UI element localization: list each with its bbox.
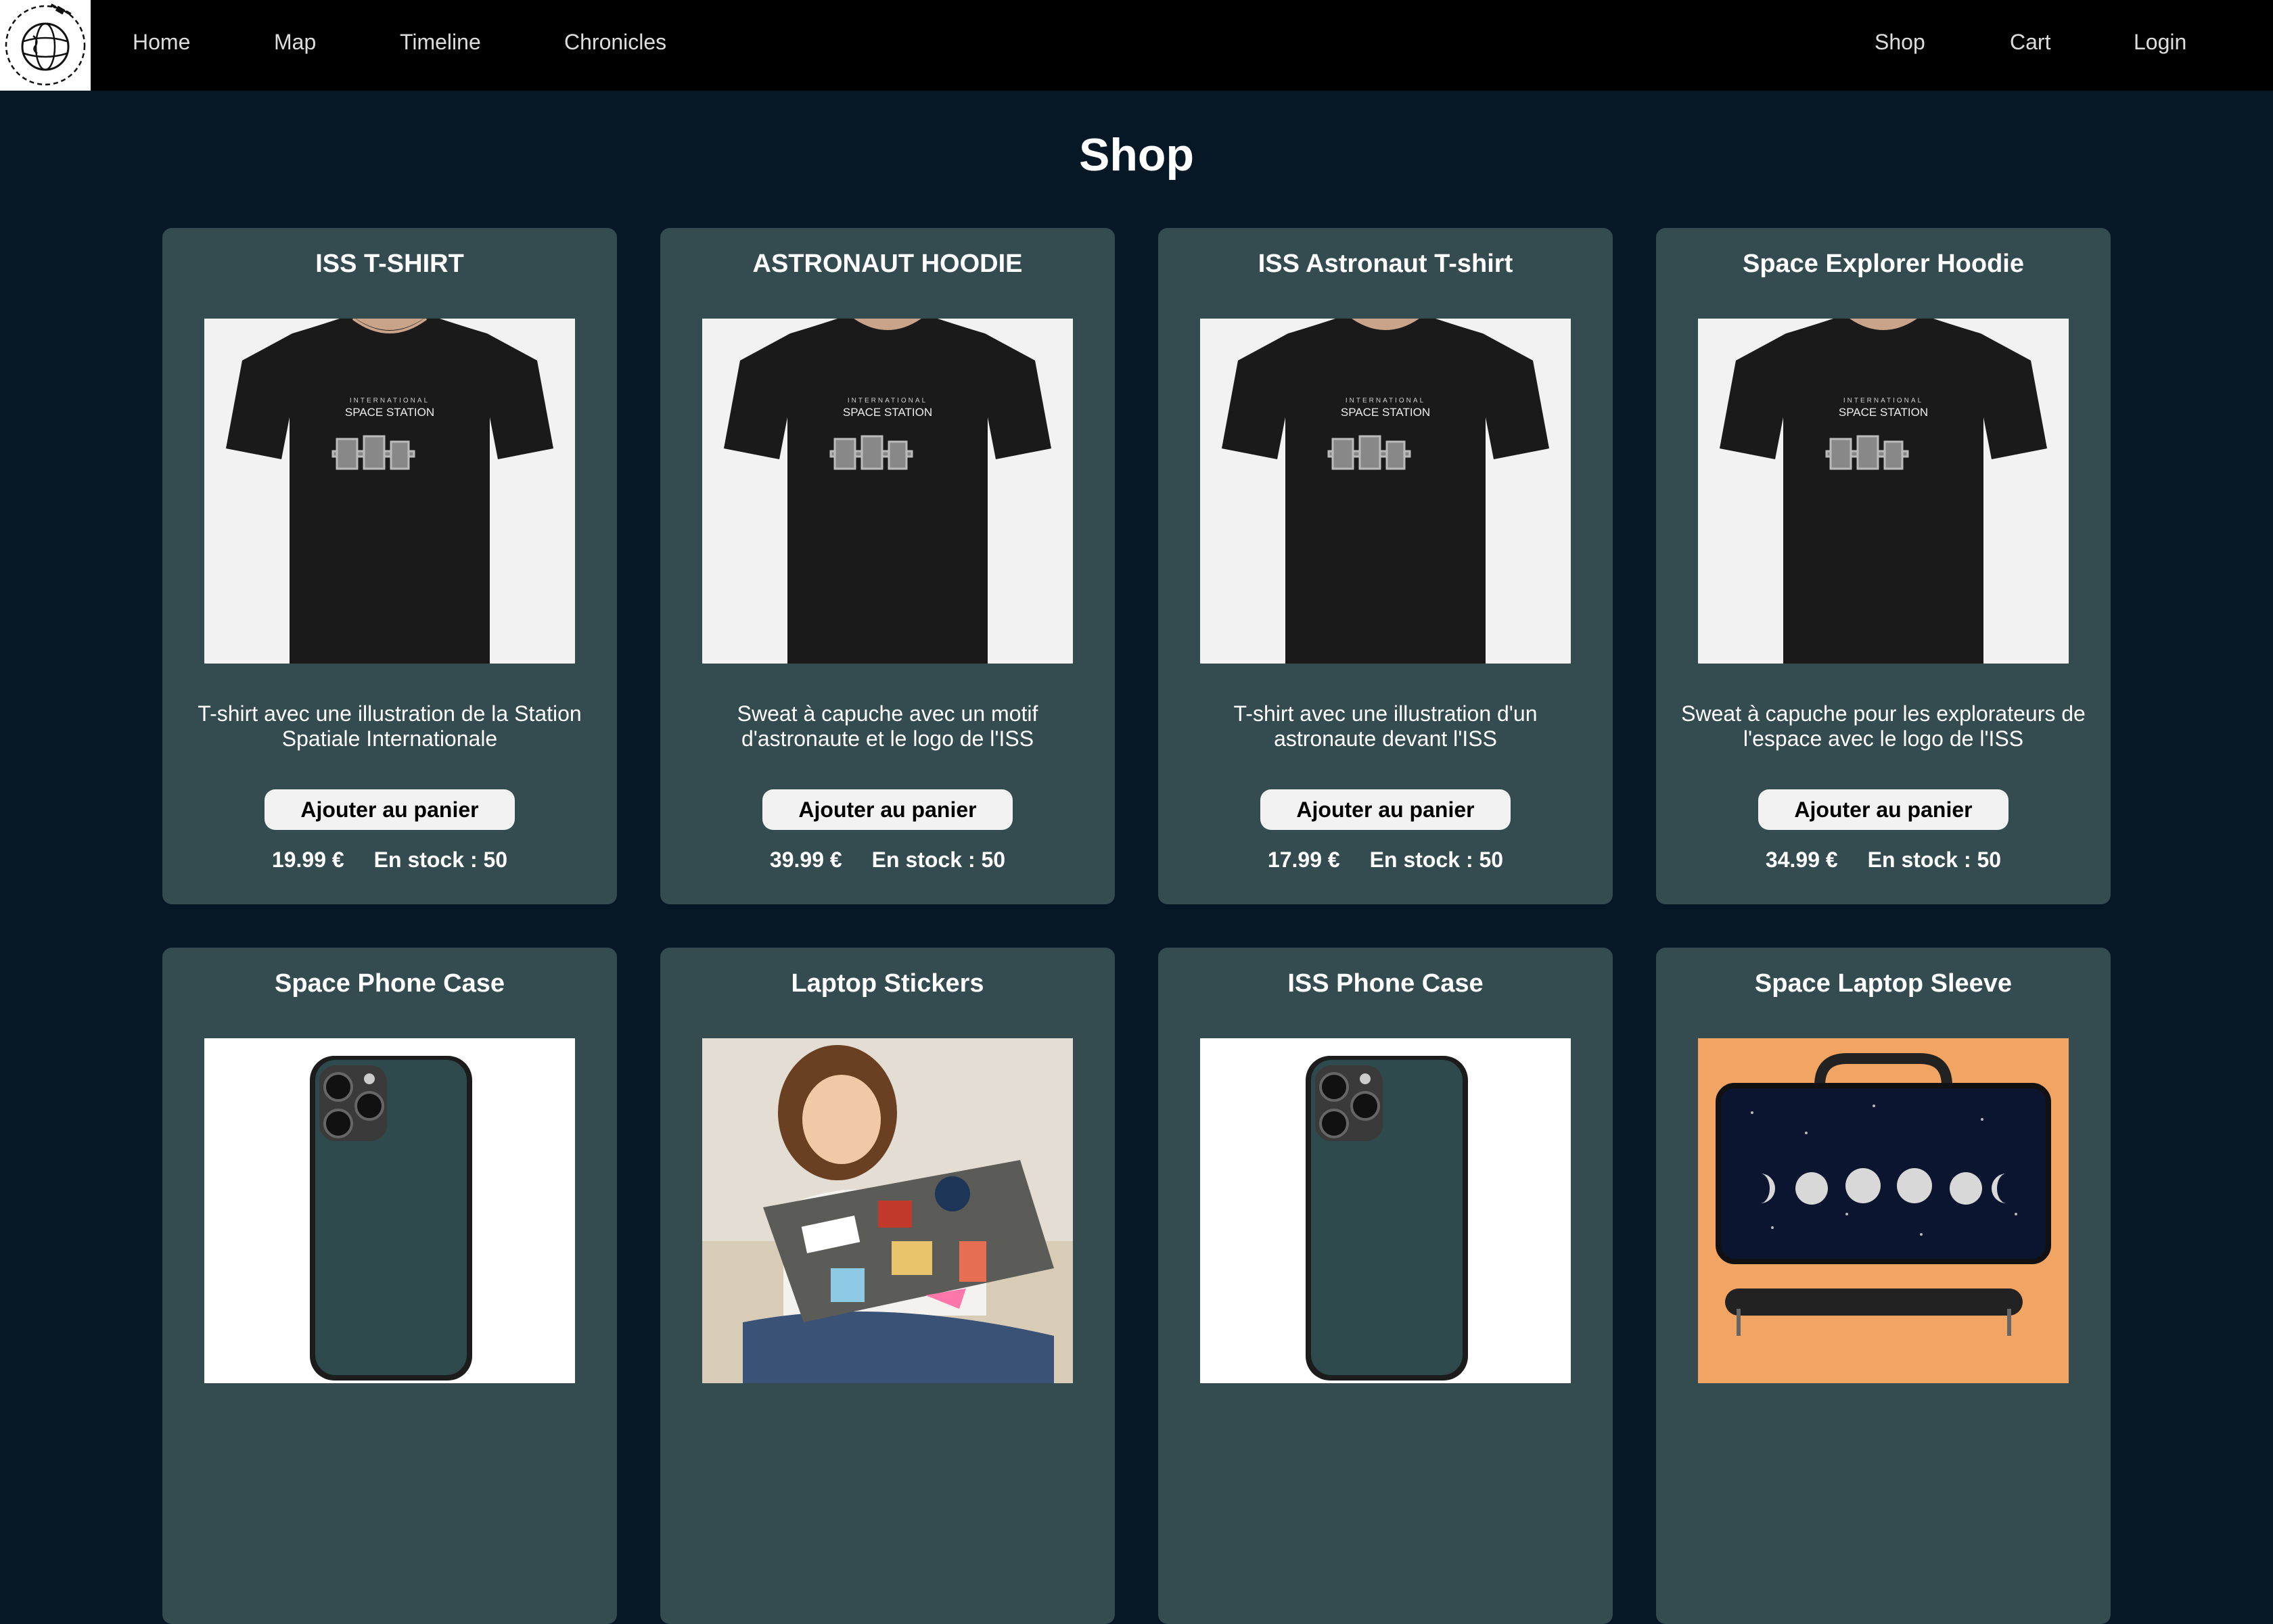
product-title: Laptop Stickers xyxy=(791,969,984,998)
site-logo[interactable] xyxy=(0,0,91,91)
laptop-stickers-icon xyxy=(702,1038,1073,1383)
phone-case-icon xyxy=(1200,1038,1571,1383)
stock-info: En stock : 50 xyxy=(872,848,1005,873)
stock-info: En stock : 50 xyxy=(1868,848,2001,873)
product-description: T-shirt avec une illustration d'un astro… xyxy=(1233,701,1538,751)
svg-text:SPACE STATION: SPACE STATION xyxy=(1839,406,1928,419)
product-title: ISS Astronaut T-shirt xyxy=(1258,250,1513,278)
svg-text:INTERNATIONAL: INTERNATIONAL xyxy=(848,397,927,404)
product-price: 17.99 € xyxy=(1267,848,1340,872)
product-title: ISS Phone Case xyxy=(1287,969,1484,998)
tshirt-icon: INTERNATIONAL SPACE STATION xyxy=(1200,319,1571,664)
nav-link-login[interactable]: Login xyxy=(2134,0,2186,84)
add-to-cart-button[interactable]: Ajouter au panier xyxy=(1758,789,2008,830)
product-meta: 39.99 € En stock : 50 xyxy=(660,848,1115,873)
product-title: Space Explorer Hoodie xyxy=(1742,250,2024,278)
add-to-cart-button[interactable]: Ajouter au panier xyxy=(762,789,1013,830)
product-price: 39.99 € xyxy=(769,848,842,872)
product-card: Space Laptop Sleeve xyxy=(1656,948,2111,1624)
nav-link-home[interactable]: Home xyxy=(133,0,190,84)
stock-count: 50 xyxy=(483,848,508,872)
product-image-tshirt[interactable]: INTERNATIONAL SPACE STATION xyxy=(1200,319,1571,664)
svg-text:SPACE STATION: SPACE STATION xyxy=(1341,406,1430,419)
tshirt-icon: INTERNATIONAL SPACE STATION xyxy=(1698,319,2069,664)
svg-text:SPACE STATION: SPACE STATION xyxy=(345,406,434,419)
phone-case-icon xyxy=(204,1038,575,1383)
page-title: Shop xyxy=(1079,129,1194,181)
product-meta: 17.99 € En stock : 50 xyxy=(1158,848,1613,873)
add-to-cart-button[interactable]: Ajouter au panier xyxy=(265,789,515,830)
product-image-phone-case[interactable] xyxy=(1200,1038,1571,1383)
product-title: Space Phone Case xyxy=(274,969,505,998)
product-meta: 34.99 € En stock : 50 xyxy=(1656,848,2111,873)
svg-text:SPACE STATION: SPACE STATION xyxy=(843,406,932,419)
stock-label: En stock : xyxy=(373,848,478,872)
stock-label: En stock : xyxy=(1867,848,1971,872)
product-price: 34.99 € xyxy=(1765,848,1838,872)
product-image-tshirt[interactable]: INTERNATIONAL SPACE STATION xyxy=(702,319,1073,664)
product-title: ISS T-SHIRT xyxy=(315,250,464,278)
nav-link-map[interactable]: Map xyxy=(274,0,316,84)
stock-count: 50 xyxy=(1977,848,2002,872)
product-image-tshirt[interactable]: INTERNATIONAL SPACE STATION xyxy=(1698,319,2069,664)
product-card: ASTRONAUT HOODIE INTERNATIONAL SPACE STA… xyxy=(660,228,1115,904)
product-card: ISS Phone Case xyxy=(1158,948,1613,1624)
svg-text:INTERNATIONAL: INTERNATIONAL xyxy=(350,397,430,404)
product-description: T-shirt avec une illustration de la Stat… xyxy=(198,701,582,751)
nav-link-chronicles[interactable]: Chronicles xyxy=(564,0,666,84)
product-card: Laptop Stickers xyxy=(660,948,1115,1624)
product-image-laptop-sleeve[interactable] xyxy=(1698,1038,2069,1383)
nav-link-cart[interactable]: Cart xyxy=(2010,0,2050,84)
product-title: Space Laptop Sleeve xyxy=(1754,969,2013,998)
product-image-laptop-stickers[interactable] xyxy=(702,1038,1073,1383)
product-title: ASTRONAUT HOODIE xyxy=(752,250,1023,278)
tshirt-icon: INTERNATIONAL SPACE STATION xyxy=(204,319,575,664)
stock-count: 50 xyxy=(1479,848,1504,872)
laptop-sleeve-icon xyxy=(1698,1038,2069,1383)
svg-text:INTERNATIONAL: INTERNATIONAL xyxy=(1346,397,1425,404)
add-to-cart-button[interactable]: Ajouter au panier xyxy=(1260,789,1511,830)
product-description: Sweat à capuche pour les explorateurs de… xyxy=(1681,701,2086,751)
product-card: ISS Astronaut T-shirt INTERNATIONAL SPAC… xyxy=(1158,228,1613,904)
product-price: 19.99 € xyxy=(271,848,344,872)
stock-label: En stock : xyxy=(1369,848,1473,872)
stock-info: En stock : 50 xyxy=(1370,848,1503,873)
product-meta: 19.99 € En stock : 50 xyxy=(162,848,617,873)
product-card: Space Explorer Hoodie INTERNATIONAL SPAC… xyxy=(1656,228,2111,904)
product-card: ISS T-SHIRT INTERNATIONAL SPACE STATION … xyxy=(162,228,617,904)
svg-text:INTERNATIONAL: INTERNATIONAL xyxy=(1843,397,1923,404)
stock-info: En stock : 50 xyxy=(374,848,507,873)
top-navigation-bar: Home Map Timeline Chronicles Shop Cart L… xyxy=(0,0,2273,91)
globe-satellite-icon xyxy=(5,3,86,86)
product-image-tshirt[interactable]: INTERNATIONAL SPACE STATION xyxy=(204,319,575,664)
nav-link-timeline[interactable]: Timeline xyxy=(400,0,481,84)
product-description: Sweat à capuche avec un motif d'astronau… xyxy=(737,701,1038,751)
stock-label: En stock : xyxy=(871,848,975,872)
stock-count: 50 xyxy=(981,848,1006,872)
product-image-phone-case[interactable] xyxy=(204,1038,575,1383)
nav-link-shop[interactable]: Shop xyxy=(1875,0,1925,84)
product-card: Space Phone Case xyxy=(162,948,617,1624)
tshirt-icon: INTERNATIONAL SPACE STATION xyxy=(702,319,1073,664)
